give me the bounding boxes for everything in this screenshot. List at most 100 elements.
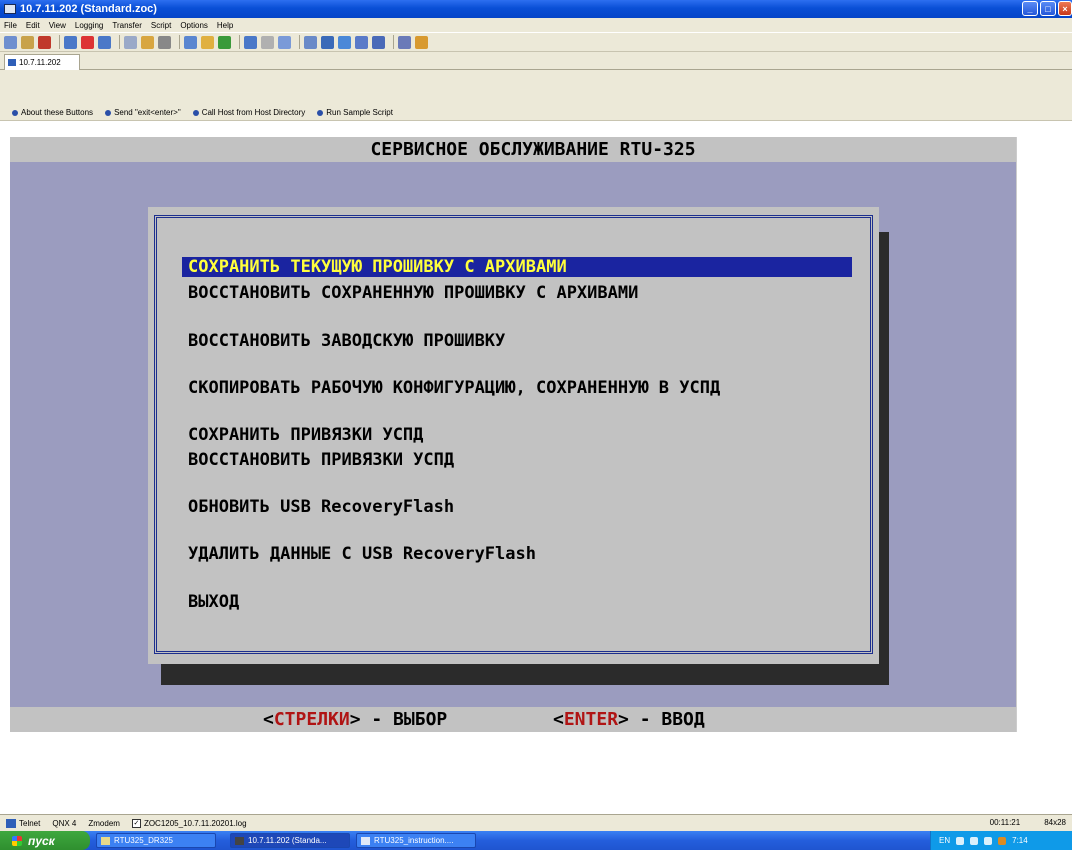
bullet-icon bbox=[12, 109, 18, 116]
minimize-button[interactable]: _ bbox=[1022, 1, 1038, 16]
user-button-bar: About these Buttons Send "exit<enter>" C… bbox=[0, 105, 1072, 121]
copy-icon[interactable] bbox=[124, 35, 137, 49]
start-label: пуск bbox=[28, 833, 55, 848]
antivirus-tray-icon[interactable] bbox=[998, 836, 1007, 845]
status-transfer[interactable]: Zmodem bbox=[88, 819, 120, 828]
start-button[interactable]: пуск bbox=[0, 831, 90, 850]
status-time: 00:11:21 bbox=[989, 818, 1021, 827]
maximize-button[interactable]: □ bbox=[1040, 1, 1056, 16]
save-icon[interactable] bbox=[38, 35, 51, 49]
menu-item-copy-config[interactable]: СКОПИРОВАТЬ РАБОЧУЮ КОНФИГУРАЦИЮ, СОХРАН… bbox=[188, 378, 720, 398]
status-right: 00:11:21 84x28 bbox=[990, 818, 1066, 827]
print-icon[interactable] bbox=[158, 35, 171, 49]
terminal-scroll-area[interactable] bbox=[1016, 137, 1072, 732]
menu-item-restore-bindings[interactable]: ВОССТАНОВИТЬ ПРИВЯЗКИ УСПД bbox=[188, 450, 454, 470]
window-title: 10.7.11.202 (Standard.zoc) bbox=[20, 3, 157, 15]
send-exit-button[interactable]: Send "exit<enter>" bbox=[105, 108, 181, 117]
status-logfile[interactable]: ✓ ZOC1205_10.7.11.20201.log bbox=[131, 818, 247, 828]
open-icon[interactable] bbox=[21, 35, 34, 49]
menu-options[interactable]: Options bbox=[180, 21, 208, 30]
bullet-icon bbox=[105, 109, 112, 116]
telnet-icon bbox=[6, 818, 16, 828]
split-icon[interactable] bbox=[355, 35, 368, 49]
toolbar-separator bbox=[239, 35, 240, 49]
info-icon[interactable] bbox=[398, 35, 411, 49]
menu-item-erase-recoveryflash[interactable]: УДАЛИТЬ ДАННЫЕ С USB RecoveryFlash bbox=[188, 544, 536, 564]
terminal-footer: <СТРЕЛКИ> - ВЫБОР <ENTER> - ВВОД bbox=[10, 707, 1016, 732]
bullet-icon bbox=[192, 109, 199, 116]
log-icon[interactable] bbox=[372, 35, 385, 49]
menu-edit[interactable]: Edit bbox=[26, 21, 40, 30]
menu-item-restore-saved-firmware[interactable]: ВОССТАНОВИТЬ СОХРАНЕННУЮ ПРОШИВКУ С АРХИ… bbox=[188, 283, 638, 303]
send-file-icon[interactable] bbox=[184, 35, 197, 49]
toolbar-separator bbox=[393, 35, 394, 49]
logfile-checkbox[interactable]: ✓ bbox=[131, 818, 141, 828]
host-directory-icon[interactable] bbox=[98, 35, 111, 49]
app-icon bbox=[4, 4, 16, 14]
menu-script[interactable]: Script bbox=[151, 21, 171, 30]
hint-arrows: <СТРЕЛКИ> - ВЫБОР bbox=[263, 709, 448, 730]
about-buttons-button[interactable]: About these Buttons bbox=[12, 108, 93, 117]
receive-file-icon[interactable] bbox=[218, 35, 231, 49]
toolbar-separator bbox=[179, 35, 180, 49]
window-titlebar[interactable]: 10.7.11.202 (Standard.zoc) _ □ × bbox=[0, 0, 1072, 18]
toolbar-separator bbox=[119, 35, 120, 49]
taskbar-item-label: 10.7.11.202 (Standa... bbox=[248, 836, 327, 845]
terminal-title: СЕРВИСНОЕ ОБСЛУЖИВАНИЕ RTU-325 bbox=[370, 139, 696, 160]
menu-file[interactable]: File bbox=[4, 21, 17, 30]
hint-enter: <ENTER> - ВВОД bbox=[553, 709, 705, 730]
menu-help[interactable]: Help bbox=[217, 21, 233, 30]
taskbar-item-zoc[interactable]: 10.7.11.202 (Standa... bbox=[230, 833, 350, 848]
help-icon[interactable] bbox=[415, 35, 428, 49]
menu-item-save-bindings[interactable]: СОХРАНИТЬ ПРИВЯЗКИ УСПД bbox=[188, 425, 423, 445]
call-host-button[interactable]: Call Host from Host Directory bbox=[192, 108, 306, 117]
menu-view[interactable]: View bbox=[49, 21, 66, 30]
toolbar-separator bbox=[299, 35, 300, 49]
status-size: 84x28 bbox=[1044, 818, 1066, 827]
terminal-icon bbox=[235, 836, 244, 845]
edit-icon[interactable] bbox=[201, 35, 214, 49]
hint-arrows-key: СТРЕЛКИ bbox=[273, 709, 350, 730]
volume-tray-icon[interactable] bbox=[984, 836, 993, 845]
button-label: About these Buttons bbox=[21, 108, 94, 117]
terminal-icon bbox=[8, 59, 16, 66]
terminal-header: СЕРВИСНОЕ ОБСЛУЖИВАНИЕ RTU-325 bbox=[10, 137, 1016, 162]
disconnect-icon[interactable] bbox=[81, 35, 94, 49]
language-indicator[interactable]: EN bbox=[939, 836, 950, 845]
status-terminal-type[interactable]: QNX 4 bbox=[52, 819, 76, 828]
logfile-label: ZOC1205_10.7.11.20201.log bbox=[143, 818, 247, 828]
status-emulation[interactable]: Telnet bbox=[6, 818, 41, 828]
folder-icon bbox=[101, 836, 110, 845]
menu-item-save-firmware[interactable]: СОХРАНИТЬ ТЕКУЩУЮ ПРОШИВКУ С АРХИВАМИ bbox=[182, 257, 852, 277]
windows-flag-icon bbox=[12, 835, 22, 846]
status-bar: Telnet QNX 4 Zmodem ✓ ZOC1205_10.7.11.20… bbox=[0, 814, 1072, 831]
session-tab-strip: 10.7.11.202 bbox=[0, 52, 1072, 70]
run-sample-script-button[interactable]: Run Sample Script bbox=[317, 108, 393, 117]
options-icon[interactable] bbox=[278, 35, 291, 49]
run-script-icon[interactable] bbox=[244, 35, 257, 49]
session-tab[interactable]: 10.7.11.202 bbox=[4, 54, 80, 70]
menu-item-restore-factory-firmware[interactable]: ВОССТАНОВИТЬ ЗАВОДСКУЮ ПРОШИВКУ bbox=[188, 331, 505, 351]
help-tray-icon[interactable] bbox=[956, 836, 965, 845]
menu-logging[interactable]: Logging bbox=[75, 21, 103, 30]
new-session-icon[interactable] bbox=[4, 35, 17, 49]
menu-transfer[interactable]: Transfer bbox=[112, 21, 142, 30]
find-icon[interactable] bbox=[321, 35, 334, 49]
columns-icon[interactable] bbox=[338, 35, 351, 49]
terminal-screen[interactable]: СЕРВИСНОЕ ОБСЛУЖИВАНИЕ RTU-325 СОХРАНИТЬ… bbox=[10, 137, 1016, 732]
button-label: Call Host from Host Directory bbox=[201, 108, 306, 117]
connect-icon[interactable] bbox=[64, 35, 77, 49]
menu-item-exit[interactable]: ВЫХОД bbox=[188, 592, 239, 612]
button-label: Run Sample Script bbox=[326, 108, 393, 117]
network-tray-icon[interactable] bbox=[970, 836, 979, 845]
taskbar-item-label: RTU325_instruction.... bbox=[374, 836, 454, 845]
stop-script-icon[interactable] bbox=[261, 35, 274, 49]
menu-item-update-recoveryflash[interactable]: ОБНОВИТЬ USB RecoveryFlash bbox=[188, 497, 454, 517]
session-profile-icon[interactable] bbox=[304, 35, 317, 49]
close-button[interactable]: × bbox=[1058, 1, 1072, 16]
system-tray: EN 7:14 bbox=[930, 831, 1072, 850]
status-emulation-label: Telnet bbox=[19, 818, 41, 828]
taskbar-item-document[interactable]: RTU325_instruction.... bbox=[356, 833, 476, 848]
taskbar-item-folder[interactable]: RTU325_DR325 bbox=[96, 833, 216, 848]
paste-icon[interactable] bbox=[141, 35, 154, 49]
